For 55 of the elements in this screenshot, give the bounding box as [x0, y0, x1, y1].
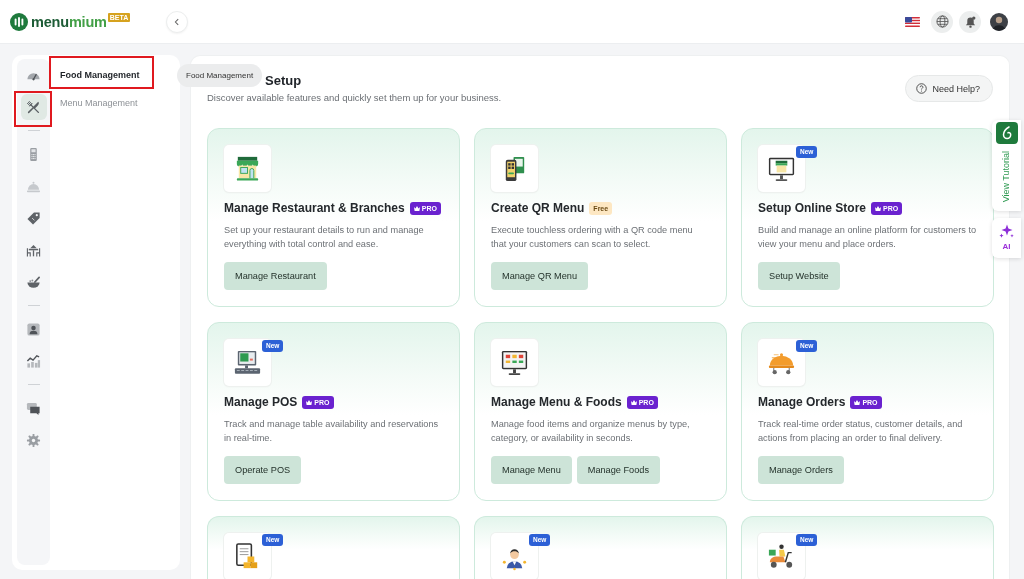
- chevron-left-icon: [173, 17, 182, 26]
- crown-icon: [875, 205, 881, 211]
- flag-icon[interactable]: [905, 16, 920, 27]
- chart-icon: [26, 353, 41, 369]
- sparkle-icon: [999, 224, 1014, 239]
- storefront-icon: [224, 145, 271, 192]
- crown-icon: [306, 399, 313, 405]
- card-title: Setup Online Store: [758, 200, 866, 216]
- submenu-item[interactable]: Food Management: [50, 61, 150, 89]
- crown-icon: [854, 399, 861, 405]
- card-description: Track and manage table availability and reservations in real-time.: [224, 418, 440, 445]
- brand-name: menumium: [31, 12, 107, 31]
- card-description: Build and manage an online platform for customers to view your menu and place orders.: [758, 224, 977, 251]
- logo-icon: [10, 12, 28, 31]
- dining-table-icon: [26, 242, 41, 258]
- crown-icon: [630, 399, 637, 405]
- card-description: Set up your restaurant details to run and manage everything with total control and ease.: [224, 224, 425, 251]
- card-title: Manage Restaurant & Branches: [224, 200, 405, 216]
- bowl-icon: [26, 274, 41, 290]
- card-description: Manage food items and organize menus by type, category, or availability in seconds.: [491, 418, 691, 445]
- action-button[interactable]: Manage Menu: [491, 456, 572, 484]
- card-description: Track real-time order status, customer details, and actions from placing an order to final delivery.: [758, 418, 964, 445]
- card-title: Manage Menu & Foods: [491, 394, 622, 410]
- price-tag-icon: [26, 210, 41, 226]
- action-button[interactable]: Setup Website: [758, 262, 840, 290]
- user-icon: [26, 321, 41, 337]
- qr-phone-icon: [491, 145, 538, 192]
- action-button[interactable]: Operate POS: [224, 456, 302, 484]
- bell-icon: [964, 15, 976, 28]
- swirl-icon: [995, 122, 1018, 144]
- avatar[interactable]: [990, 12, 1008, 31]
- question-icon: [916, 83, 928, 94]
- action-button[interactable]: Manage Restaurant: [224, 262, 327, 290]
- crown-icon: [413, 205, 420, 211]
- tooltip: Food Management: [177, 64, 263, 87]
- card-title: Manage Orders: [758, 394, 846, 410]
- card-description: Execute touchless ordering with a QR code menu that your customers can scan to select.: [491, 224, 694, 251]
- card-title: Create QR Menu: [491, 200, 585, 216]
- help-button[interactable]: Need Help?: [905, 75, 993, 102]
- chat-icon: [26, 400, 41, 416]
- action-button[interactable]: Manage QR Menu: [491, 262, 589, 290]
- page-subtitle: Discover available features and quickly set them up for your business.: [207, 91, 502, 105]
- nav-rail-item[interactable]: [20, 94, 47, 120]
- notification-button[interactable]: [959, 10, 981, 33]
- page-title: Setup: [265, 73, 302, 88]
- settings-icon: [26, 432, 41, 448]
- card-title: Manage POS: [224, 394, 298, 410]
- action-button[interactable]: Manage Orders: [758, 456, 844, 484]
- action-button[interactable]: Manage Foods: [576, 456, 661, 484]
- view-tutorial-tab[interactable]: View Tutorial: [992, 120, 1021, 212]
- utensils-icon: [26, 99, 41, 115]
- language-button[interactable]: [931, 10, 953, 33]
- globe-icon: [935, 15, 949, 28]
- monitor-food-icon: [491, 339, 538, 386]
- ai-tab[interactable]: AI: [992, 218, 1021, 259]
